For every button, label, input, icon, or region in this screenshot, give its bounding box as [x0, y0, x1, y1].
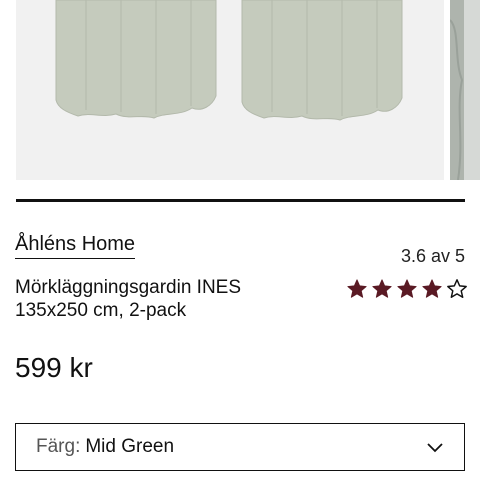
brand-link[interactable]: Åhléns Home: [15, 232, 136, 259]
color-select-value: Mid Green: [85, 436, 175, 457]
product-title-line1: Mörkläggningsgardin INES: [15, 277, 242, 298]
star-filled-icon: [372, 279, 392, 298]
color-select[interactable]: Färg: Mid Green: [15, 423, 465, 471]
chevron-down-icon: [427, 443, 443, 453]
product-title-line2: 135x250 cm, 2-pack: [15, 300, 187, 321]
rating-stars[interactable]: [346, 278, 468, 300]
product-image[interactable]: [16, 0, 444, 180]
star-filled-icon: [347, 279, 367, 298]
next-product-image[interactable]: [450, 0, 480, 180]
star-filled-icon: [397, 279, 417, 298]
product-image-gallery[interactable]: [0, 0, 480, 180]
product-price: 599 kr: [15, 352, 93, 383]
curtain-image: [16, 0, 444, 180]
next-image-thumbnail: [450, 0, 480, 180]
star-empty-icon: [447, 279, 467, 298]
section-divider: [16, 199, 465, 202]
rating-text: 3.6 av 5: [400, 246, 465, 266]
product-title: Mörkläggningsgardin INES 135x250 cm, 2-p…: [15, 276, 315, 322]
color-select-label: Färg:: [36, 436, 81, 457]
star-filled-icon: [422, 279, 442, 298]
